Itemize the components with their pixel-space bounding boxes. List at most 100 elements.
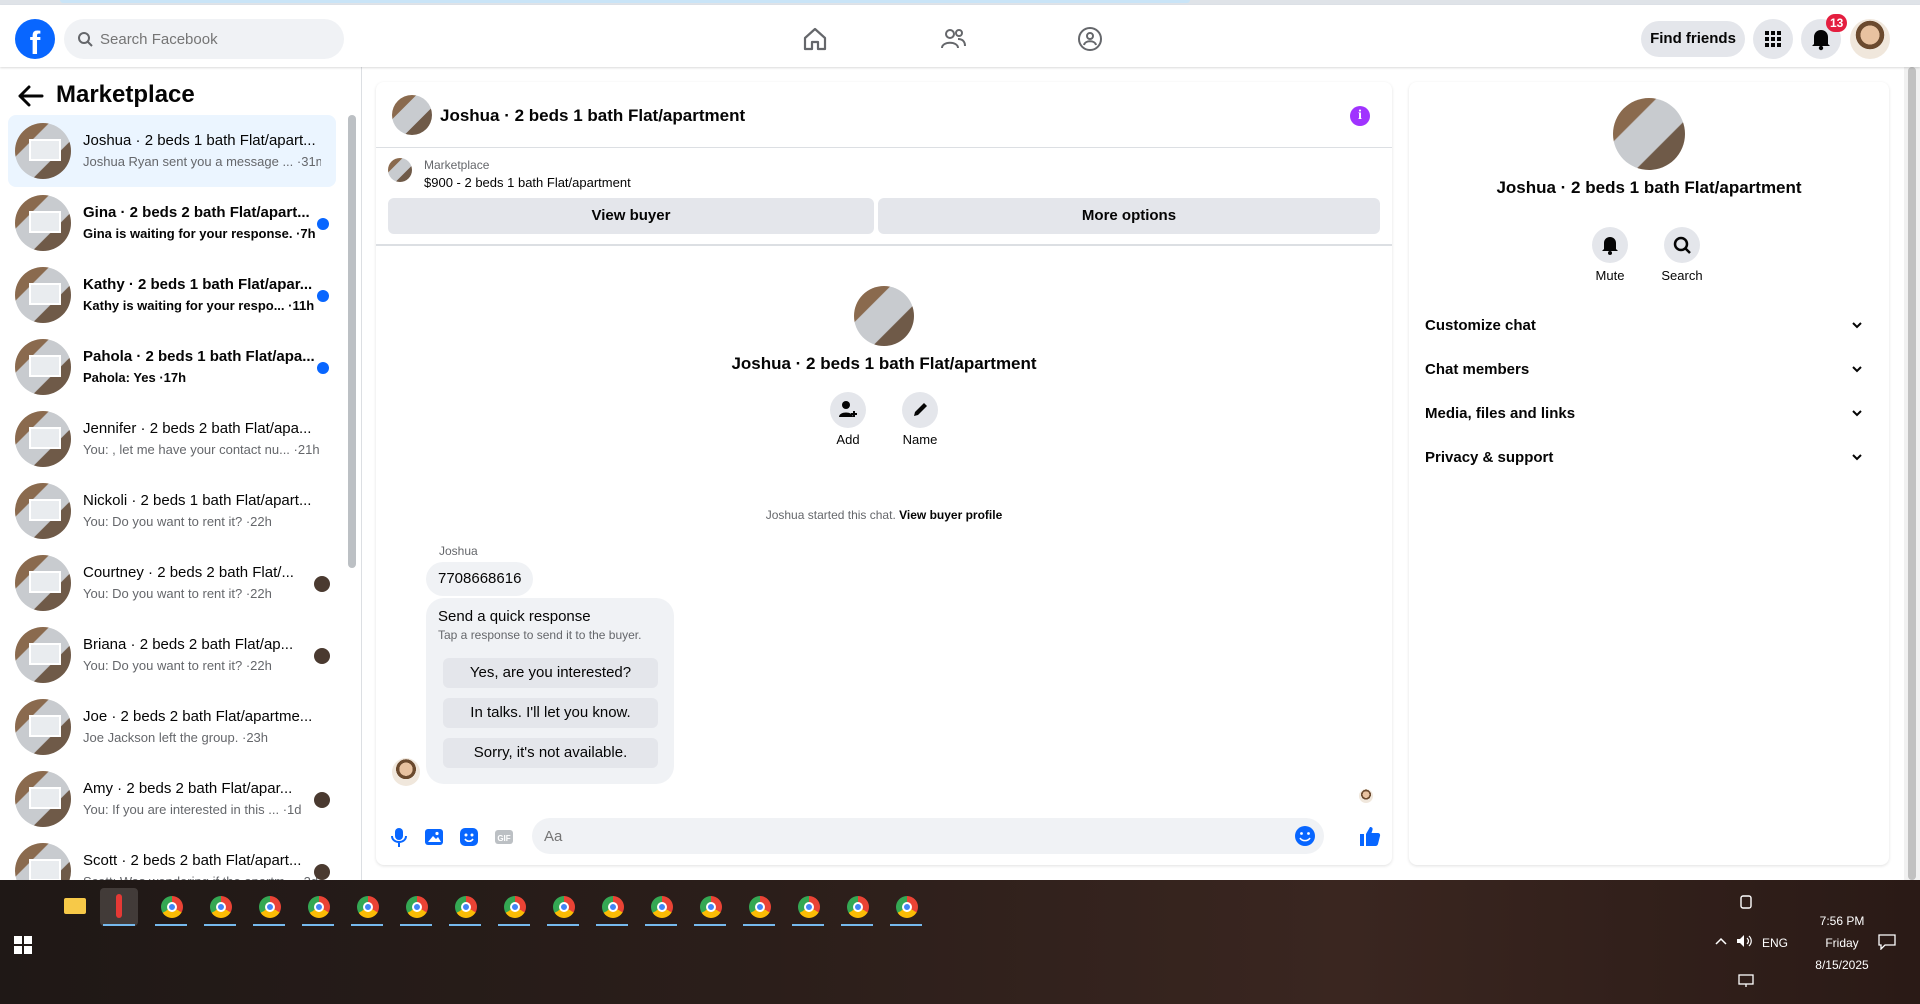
seen-indicator-avatar bbox=[1359, 789, 1373, 803]
back-arrow-icon[interactable] bbox=[18, 85, 44, 107]
conversation-item[interactable]: Jennifer · 2 beds 2 bath Flat/apa... You:… bbox=[8, 403, 336, 475]
chrome-icon[interactable] bbox=[348, 888, 386, 926]
clock-day[interactable]: Friday bbox=[1806, 936, 1878, 950]
info-icon[interactable]: i bbox=[1350, 106, 1370, 126]
notification-center-icon[interactable] bbox=[1878, 934, 1896, 950]
search-icon bbox=[78, 32, 93, 47]
listing-thumbnail bbox=[15, 411, 71, 467]
language-indicator[interactable]: ENG bbox=[1762, 936, 1788, 950]
sender-name: Joshua bbox=[439, 544, 478, 558]
info-section-media-files-and-links[interactable]: Media, files and links bbox=[1425, 394, 1873, 434]
chrome-icon[interactable] bbox=[789, 888, 827, 926]
listing-thumbnail bbox=[15, 555, 71, 611]
emoji-icon[interactable] bbox=[1294, 825, 1316, 847]
microphone-icon[interactable] bbox=[388, 826, 410, 848]
conversation-preview: Pahola: Yes ·17h bbox=[83, 370, 187, 385]
chrome-icon[interactable] bbox=[250, 888, 288, 926]
friends-icon[interactable] bbox=[939, 25, 967, 53]
conversation-thumbnail bbox=[854, 286, 914, 346]
listing-title[interactable]: $900 - 2 beds 1 bath Flat/apartment bbox=[424, 175, 631, 190]
clock-time[interactable]: 7:56 PM bbox=[1806, 914, 1878, 928]
quick-response-yes[interactable]: Yes, are you interested? bbox=[443, 658, 658, 688]
chevron-up-icon[interactable] bbox=[1714, 936, 1728, 946]
chrome-icon[interactable] bbox=[838, 888, 876, 926]
volume-icon[interactable] bbox=[1736, 934, 1754, 948]
message-bubble[interactable]: 7708668616 bbox=[426, 562, 534, 596]
participant-avatar bbox=[314, 792, 330, 808]
find-friends-button[interactable]: Find friends bbox=[1641, 21, 1745, 57]
device-icon[interactable] bbox=[1738, 894, 1754, 910]
mute-button[interactable] bbox=[1592, 227, 1628, 263]
sticker-icon[interactable] bbox=[458, 826, 480, 848]
message-composer[interactable] bbox=[532, 818, 1324, 854]
quick-response-in-talks[interactable]: In talks. I'll let you know. bbox=[443, 698, 658, 728]
search-icon bbox=[1673, 236, 1691, 254]
info-section-customize-chat[interactable]: Customize chat bbox=[1425, 306, 1873, 346]
chat-panel: Joshua · 2 beds 1 bath Flat/apartment i … bbox=[376, 82, 1392, 865]
participant-avatar bbox=[314, 648, 330, 664]
file-explorer-icon[interactable] bbox=[55, 888, 93, 926]
chrome-icon[interactable] bbox=[397, 888, 435, 926]
thumbs-up-icon[interactable] bbox=[1358, 824, 1382, 848]
clock-date[interactable]: 8/15/2025 bbox=[1806, 958, 1878, 972]
network-icon[interactable] bbox=[1738, 974, 1754, 988]
unread-dot bbox=[317, 218, 329, 230]
conversation-item[interactable]: Gina · 2 beds 2 bath Flat/apart... Gina i… bbox=[8, 187, 336, 259]
menu-button[interactable] bbox=[1753, 19, 1793, 59]
add-button[interactable] bbox=[830, 392, 866, 428]
name-button[interactable] bbox=[902, 392, 938, 428]
unread-dot bbox=[317, 362, 329, 374]
chrome-icon[interactable] bbox=[201, 888, 239, 926]
search-input[interactable] bbox=[100, 19, 330, 59]
conversation-item[interactable]: Joshua · 2 beds 1 bath Flat/apart... Josh… bbox=[8, 115, 336, 187]
chrome-icon[interactable] bbox=[299, 888, 337, 926]
conversation-item[interactable]: Briana · 2 beds 2 bath Flat/ap... You: Do… bbox=[8, 619, 336, 691]
pinned-app-icon[interactable] bbox=[100, 888, 138, 926]
page-scrollbar[interactable] bbox=[1904, 67, 1920, 880]
conversation-item[interactable]: Amy · 2 beds 2 bath Flat/apar... You: If … bbox=[8, 763, 336, 835]
home-icon[interactable] bbox=[801, 25, 829, 53]
conversation-item[interactable]: Joe · 2 beds 2 bath Flat/apartme... Joe J… bbox=[8, 691, 336, 763]
photo-icon[interactable] bbox=[423, 826, 445, 848]
search-chat-button[interactable] bbox=[1664, 227, 1700, 263]
info-section-chat-members[interactable]: Chat members bbox=[1425, 350, 1873, 390]
view-buyer-profile-link[interactable]: View buyer profile bbox=[899, 508, 1002, 522]
search-box[interactable] bbox=[64, 19, 344, 59]
listing-thumbnail bbox=[15, 771, 71, 827]
chrome-icon[interactable] bbox=[544, 888, 582, 926]
chat-header-thumbnail[interactable] bbox=[392, 95, 432, 135]
info-section-privacy-support[interactable]: Privacy & support bbox=[1425, 438, 1873, 478]
conversation-item[interactable]: Scott · 2 beds 2 bath Flat/apart...Scott… bbox=[8, 835, 336, 880]
conversation-name: Jennifer · 2 beds 2 bath Flat/apa... bbox=[83, 420, 312, 437]
windows-start-icon[interactable] bbox=[14, 936, 32, 954]
conversation-item[interactable]: Courtney · 2 beds 2 bath Flat/... You: Do… bbox=[8, 547, 336, 619]
chrome-icon[interactable] bbox=[593, 888, 631, 926]
conversation-item[interactable]: Nickoli · 2 beds 1 bath Flat/apart... You… bbox=[8, 475, 336, 547]
account-avatar[interactable] bbox=[1850, 19, 1890, 59]
marketplace-label: Marketplace bbox=[424, 158, 490, 172]
chrome-icon[interactable] bbox=[152, 888, 190, 926]
sidebar-scrollbar[interactable] bbox=[348, 115, 356, 568]
more-options-button[interactable]: More options bbox=[878, 198, 1380, 234]
conversation-item[interactable]: Kathy · 2 beds 1 bath Flat/apar... Kathy … bbox=[8, 259, 336, 331]
gif-icon[interactable]: GIF bbox=[493, 826, 515, 848]
groups-icon[interactable] bbox=[1076, 25, 1104, 53]
chrome-icon[interactable] bbox=[495, 888, 533, 926]
info-section-label: Customize chat bbox=[1425, 317, 1536, 334]
chrome-icon[interactable] bbox=[642, 888, 680, 926]
quick-response-not-available[interactable]: Sorry, it's not available. bbox=[443, 738, 658, 768]
message-input[interactable] bbox=[544, 818, 1284, 854]
conversation-item[interactable]: Pahola · 2 beds 1 bath Flat/apa... Pahola… bbox=[8, 331, 336, 403]
chrome-icon[interactable] bbox=[740, 888, 778, 926]
unread-dot bbox=[317, 290, 329, 302]
chrome-icon[interactable] bbox=[887, 888, 925, 926]
conversation-name: Amy · 2 beds 2 bath Flat/apar... bbox=[83, 780, 293, 797]
chat-title[interactable]: Joshua · 2 beds 1 bath Flat/apartment bbox=[440, 106, 745, 126]
view-buyer-button[interactable]: View buyer bbox=[388, 198, 874, 234]
participant-avatar bbox=[314, 864, 330, 880]
facebook-logo[interactable]: f bbox=[15, 19, 55, 61]
chrome-icon[interactable] bbox=[691, 888, 729, 926]
windows-taskbar: ENG 7:56 PM Friday 8/15/2025 bbox=[0, 880, 1920, 1004]
listing-thumbnail bbox=[15, 195, 71, 251]
chrome-icon[interactable] bbox=[446, 888, 484, 926]
